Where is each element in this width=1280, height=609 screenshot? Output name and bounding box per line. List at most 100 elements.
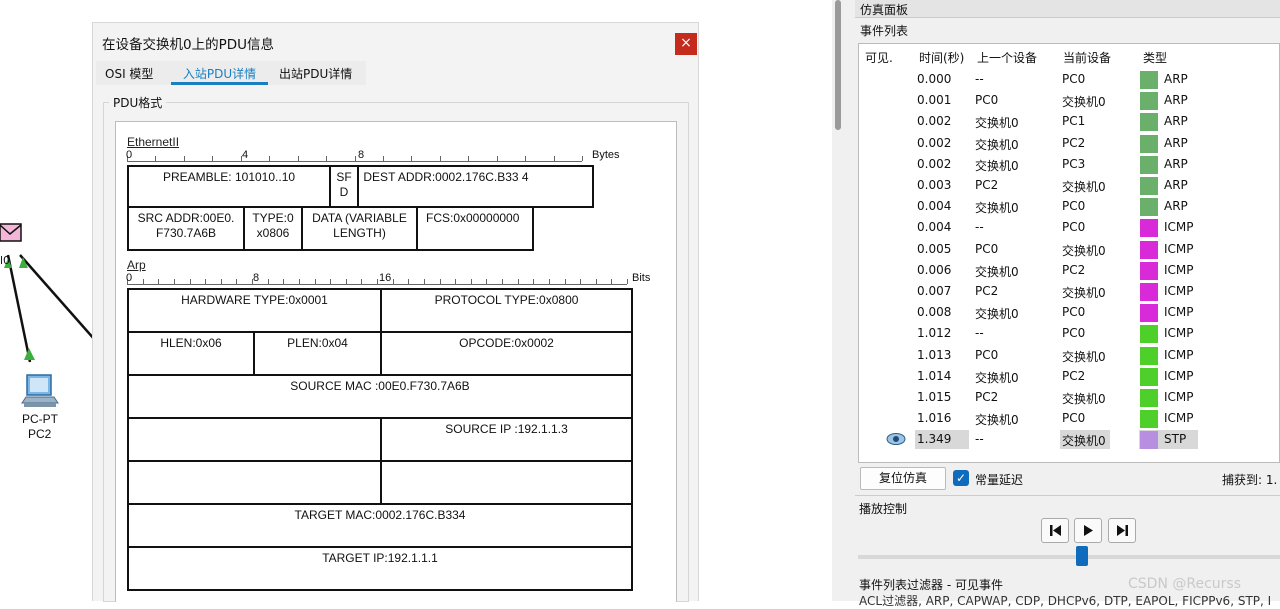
event-prev-device: 交换机0 [975,137,1019,152]
event-current-device: PC0 [1062,199,1086,214]
event-row[interactable]: 1.016 交换机0 PC0 ICMP [859,408,1280,429]
event-prev-device: PC2 [975,284,999,298]
event-row[interactable]: 0.005 PC0 交换机0 ICMP [859,239,1280,260]
eth-ruler-num: 4 [242,149,249,161]
event-row[interactable]: 1.012 -- PC0 ICMP [859,323,1280,344]
eth-ruler-num: 8 [358,149,365,161]
event-row[interactable]: 0.004 交换机0 PC0 ARP [859,196,1280,217]
close-icon: × [680,35,692,51]
col-type[interactable]: 类型 [1143,49,1167,66]
play-button[interactable] [1074,518,1102,543]
event-prev-device: 交换机0 [975,307,1019,322]
tab-outbound-pdu[interactable]: 出站PDU详情 [279,65,352,85]
pdu-format-label: PDU格式 [109,94,167,111]
event-time: 0.002 [917,114,952,129]
event-row[interactable]: 0.001 PC0 交换机0 ARP [859,90,1280,111]
fcs-field: FCS:0x00000000 [416,206,534,251]
event-current-device: 交换机0 [1062,434,1106,449]
event-type: ARP [1164,93,1188,108]
event-prev-device: PC0 [975,347,999,362]
event-prev-device: 交换机0 [975,370,1019,385]
ruler-tick [439,156,441,161]
ruler-tick [314,279,316,284]
plen-field: PLEN:0x04 [253,331,382,376]
playback-label: 播放控制 [859,502,908,516]
ruler-tick [455,279,457,284]
tab-inbound-pdu[interactable]: 入站PDU详情 [171,65,268,85]
constant-delay-label: 常量延迟 [975,473,1024,487]
event-type-color-swatch [1140,219,1158,238]
event-row[interactable]: 0.003 PC2 交换机0 ARP [859,175,1280,196]
arp-section-title: Arp [127,258,146,272]
event-prev-device: -- [975,432,984,447]
event-prev-device: 交换机0 [975,201,1019,216]
ruler-tick [220,279,222,284]
type-field: TYPE:0 x0806 [243,206,303,251]
event-current-device: 交换机0 [1062,286,1106,300]
event-type-color-swatch [1140,389,1158,407]
ruler-tick [580,279,582,284]
target-mac-field: TARGET MAC:0002.176C.B334 [127,503,633,548]
event-type-color-swatch [1140,410,1158,429]
ruler-tick [553,156,555,161]
ruler-tick [582,156,583,161]
event-row[interactable]: 0.002 交换机0 PC1 ARP [859,111,1280,132]
event-row[interactable]: 0.000 -- PC0 ARP [859,69,1280,90]
source-mac-continued-cell [127,417,382,462]
event-list-label: 事件列表 [860,24,909,38]
event-row[interactable]: 0.002 交换机0 PC3 ARP [859,154,1280,175]
arp-ruler-num: 0 [126,272,133,284]
event-prev-device: PC0 [975,93,999,108]
event-row[interactable]: 1.015 PC2 交换机0 ICMP [859,387,1280,408]
col-prev-device[interactable]: 上一个设备 [977,49,1037,66]
event-row[interactable]: 0.007 PC2 交换机0 ICMP [859,281,1280,302]
back-button[interactable] [1041,518,1069,543]
event-type-color-swatch [1140,261,1158,280]
playback-speed-slider[interactable] [858,555,1280,559]
event-time: 0.006 [917,262,952,277]
reset-simulation-button[interactable]: 复位仿真 [860,467,946,490]
col-visible[interactable]: 可见. [865,49,893,66]
pdu-info-dialog: 在设备交换机0上的PDU信息 × OSI 模型 入站PDU详情 出站PDU详情 … [92,22,699,602]
ethernet-section-title: EthernetII [127,135,180,149]
ruler-tick [158,279,160,284]
event-row[interactable]: 0.006 交换机0 PC2 ICMP [859,260,1280,281]
ruler-tick [548,279,550,284]
ruler-tick [183,156,185,161]
ethernet-filler-cell [533,165,594,208]
event-type-color-swatch [1140,304,1158,323]
pc2-computer-icon[interactable] [18,373,62,413]
slider-thumb[interactable] [1075,546,1088,566]
event-time: 1.015 [917,390,952,404]
event-row[interactable]: 0.004 -- PC0 ICMP [859,217,1280,238]
arp-bit-ruler [127,275,628,285]
close-button[interactable]: × [675,33,697,55]
event-prev-device: PC0 [975,241,999,256]
eye-icon[interactable] [885,430,907,451]
event-type: ICMP [1164,411,1194,426]
event-prev-device: -- [975,220,984,235]
event-row[interactable]: 1.013 PC0 交换机0 ICMP [859,345,1280,366]
envelope-pdu-icon[interactable] [0,222,22,244]
event-list-table[interactable]: 可见. 时间(秒) 上一个设备 当前设备 类型 0.000 -- PC0 ARP 0.0… [858,43,1280,463]
event-type-color-swatch [1140,134,1158,153]
event-row[interactable]: 1.349 -- 交换机0 STP [859,429,1280,450]
scrollbar-thumb[interactable] [835,0,841,130]
event-time: 0.007 [917,284,952,298]
event-current-device: PC2 [1062,262,1086,277]
event-type: ICMP [1164,390,1194,404]
event-time: 0.003 [917,178,952,192]
source-mac-field: SOURCE MAC :00E0.F730.7A6B [127,374,633,419]
tab-osi-model[interactable]: OSI 模型 [105,65,153,85]
forward-button[interactable] [1108,518,1136,543]
constant-delay-checkbox[interactable]: ✓ [953,470,969,486]
event-row[interactable]: 0.008 交换机0 PC0 ICMP [859,302,1280,323]
topology-canvas[interactable]: l0 PC-PT PC2 [0,0,95,601]
event-row[interactable]: 1.014 交换机0 PC2 ICMP [859,366,1280,387]
col-time[interactable]: 时间(秒) [919,49,964,66]
event-time: 0.005 [917,241,952,256]
event-type-color-swatch [1140,431,1158,450]
event-type-color-swatch [1140,367,1158,386]
col-current-device[interactable]: 当前设备 [1063,49,1111,66]
event-row[interactable]: 0.002 交换机0 PC2 ARP [859,133,1280,154]
